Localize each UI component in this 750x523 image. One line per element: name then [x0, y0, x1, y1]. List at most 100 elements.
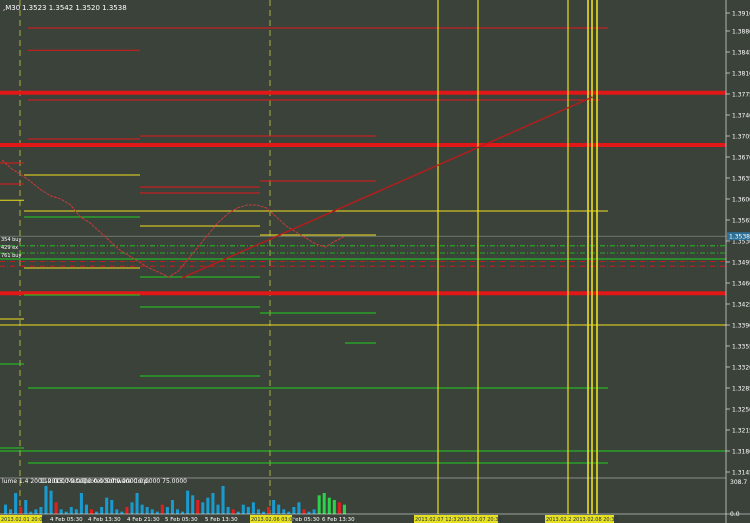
price-tick-label: 1.3180 [732, 449, 750, 456]
volume-bar [196, 500, 200, 514]
price-tick-label: 1.3635 [732, 176, 750, 183]
volume-scale-top: 308.7 [730, 479, 747, 486]
volume-bar [216, 504, 220, 514]
volume-bar [246, 507, 250, 514]
volume-bar [160, 504, 164, 514]
time-tick-label: 4 Feb 21:30 [127, 517, 160, 523]
volume-bar [150, 509, 154, 514]
volume-bar [130, 502, 134, 514]
volume-bar [186, 490, 190, 514]
volume-bar [39, 507, 43, 514]
volume-bar [272, 500, 276, 514]
volume-bar [307, 511, 311, 514]
price-tick-label: 1.3215 [732, 428, 750, 435]
volume-bar [322, 493, 326, 514]
price-tick-label: 1.3145 [732, 470, 750, 477]
volume-bar [59, 509, 63, 514]
volume-bar [145, 507, 149, 514]
volume-bar [9, 509, 13, 514]
volume-bar [221, 486, 225, 514]
volume-bar [90, 509, 94, 514]
volume-bar [125, 507, 129, 514]
volume-bar [241, 504, 245, 514]
volume-bar [226, 507, 230, 514]
volume-bar [292, 507, 296, 514]
volume-bar [262, 511, 266, 514]
price-tick-label: 1.3600 [732, 197, 750, 204]
volume-bar [165, 507, 169, 514]
volume-bar [256, 509, 260, 514]
volume-bar [302, 509, 306, 514]
volume-bar [140, 504, 144, 514]
time-tick-label: 4 Feb 13:30 [88, 517, 121, 523]
price-tick-label: 1.3250 [732, 407, 750, 414]
volume-bar [44, 486, 48, 514]
price-tick-label: 1.3810 [732, 71, 750, 78]
volume-bar [317, 495, 321, 514]
order-label: 761 buy [1, 253, 21, 259]
price-tick-label: 1.3705 [732, 134, 750, 141]
volume-bar [84, 504, 88, 514]
volume-bar [251, 502, 255, 514]
volume-indicator-values: 110.0000 0.0000 0.0000 0.0000 0.0000 75.… [40, 478, 187, 485]
volume-bar [201, 502, 205, 514]
volume-bar [327, 497, 331, 514]
volume-bar [277, 504, 281, 514]
price-tick-label: 1.3320 [732, 365, 750, 372]
volume-bar [332, 500, 336, 514]
volume-bar [236, 511, 240, 514]
volume-bar [312, 509, 316, 514]
order-label: 354 buy [1, 237, 21, 243]
volume-bar [191, 495, 195, 514]
price-tick-label: 1.3670 [732, 155, 750, 162]
volume-scale-bottom: 0.0 [730, 511, 740, 518]
current-price-label: 1.3538 [729, 234, 750, 241]
order-label: 429 ex [1, 245, 18, 251]
highlight-time-label: 2013.02.01 20:00 [1, 517, 46, 523]
volume-bar [181, 511, 185, 514]
volume-bar [115, 509, 119, 514]
chart-canvas[interactable]: 354 buy 429 ex 761 buy 1.3910 1.3880 1.3845 1… [0, 0, 750, 523]
price-tick-label: 1.3740 [732, 113, 750, 120]
volume-bar [100, 507, 104, 514]
price-tick-label: 1.3425 [732, 302, 750, 309]
volume-bar [95, 511, 99, 514]
volume-bar [19, 507, 23, 514]
volume-bar [120, 511, 124, 514]
volume-bar [267, 507, 271, 514]
volume-bar [34, 509, 38, 514]
time-tick-label: 4 Feb 05:30 [50, 517, 83, 523]
volume-bar [342, 504, 346, 514]
volume-bar [282, 509, 286, 514]
volume-bar [135, 493, 139, 514]
ohlc-readout: 1.3523 1.3542 1.3520 1.3538 [22, 4, 127, 12]
volume-bar [105, 497, 109, 514]
volume-bar [170, 500, 174, 514]
volume-bar [176, 509, 180, 514]
volume-bar [14, 493, 18, 514]
highlight-time-label: 2013.02.2 [546, 517, 571, 523]
price-tick-label: 1.3495 [732, 260, 750, 267]
highlight-time-label: 2013.02.06 03:00 [251, 517, 296, 523]
price-tick-label: 1.3390 [732, 323, 750, 330]
trading-chart[interactable]: 354 buy 429 ex 761 buy 1.3910 1.3880 1.3845 1… [0, 0, 750, 523]
volume-bar [69, 507, 73, 514]
price-tick-label: 1.3460 [732, 281, 750, 288]
price-tick-label: 1.3285 [732, 386, 750, 393]
time-tick-label: 5 Feb 13:30 [205, 517, 238, 523]
volume-bar [54, 502, 58, 514]
volume-bar [4, 504, 8, 514]
volume-bar [29, 511, 33, 514]
volume-bar [74, 509, 78, 514]
volume-bar [24, 500, 28, 514]
price-tick-label: 1.3910 [732, 11, 750, 18]
volume-bar [206, 497, 210, 514]
volume-bar [337, 502, 341, 514]
time-tick-label: 6 Feb 13:30 [322, 517, 355, 523]
volume-bar [49, 490, 53, 514]
price-tick-label: 1.3565 [732, 218, 750, 225]
price-tick-label: 1.3775 [732, 92, 750, 99]
volume-bar [211, 493, 215, 514]
volume-bar [64, 511, 68, 514]
price-tick-label: 1.3880 [732, 29, 750, 36]
